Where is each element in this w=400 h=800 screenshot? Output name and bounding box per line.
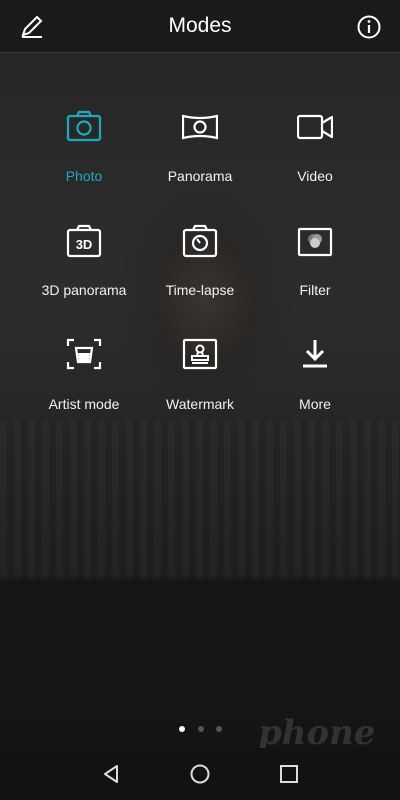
back-icon[interactable] xyxy=(97,760,125,788)
mode-label: 3D panorama xyxy=(41,282,127,298)
mode-artist[interactable]: Artist mode xyxy=(24,336,144,426)
mode-video[interactable]: Video xyxy=(255,108,375,198)
info-icon[interactable] xyxy=(355,13,383,41)
mode-label: Video xyxy=(297,168,333,184)
svg-text:3D: 3D xyxy=(76,237,93,252)
mode-label: Time-lapse xyxy=(165,282,235,298)
mode-label: Panorama xyxy=(167,168,233,184)
mode-label: Artist mode xyxy=(48,396,120,412)
artist-icon xyxy=(66,336,102,372)
page-dot[interactable] xyxy=(216,726,222,732)
mode-label: More xyxy=(299,396,331,412)
mode-label: Filter xyxy=(299,282,331,298)
watermark-icon xyxy=(182,336,218,372)
recents-icon[interactable] xyxy=(275,760,303,788)
video-icon xyxy=(296,108,334,144)
mode-time-lapse[interactable]: Time-lapse xyxy=(140,222,260,312)
mode-filter[interactable]: Filter xyxy=(255,222,375,312)
mode-photo[interactable]: Photo xyxy=(24,108,144,198)
preview-shirt-texture xyxy=(0,420,400,580)
top-bar: Modes xyxy=(0,0,400,53)
mode-watermark[interactable]: Watermark xyxy=(140,336,260,426)
system-nav-bar xyxy=(0,748,400,800)
mode-label: Watermark xyxy=(166,396,234,412)
home-icon[interactable] xyxy=(186,760,214,788)
mode-more[interactable]: More xyxy=(255,336,375,426)
filter-icon xyxy=(297,222,333,258)
mode-3d-panorama[interactable]: 3D 3D panorama xyxy=(24,222,144,312)
page-dot[interactable] xyxy=(198,726,204,732)
camera-icon xyxy=(66,108,102,144)
page-title: Modes xyxy=(168,14,232,37)
download-icon xyxy=(297,336,333,372)
mode-panorama[interactable]: Panorama xyxy=(140,108,260,198)
page-dot-active[interactable] xyxy=(179,726,185,732)
mode-label: Photo xyxy=(65,168,103,184)
panorama-icon xyxy=(181,108,219,144)
time-lapse-icon xyxy=(182,222,218,258)
3d-icon: 3D xyxy=(66,222,102,258)
